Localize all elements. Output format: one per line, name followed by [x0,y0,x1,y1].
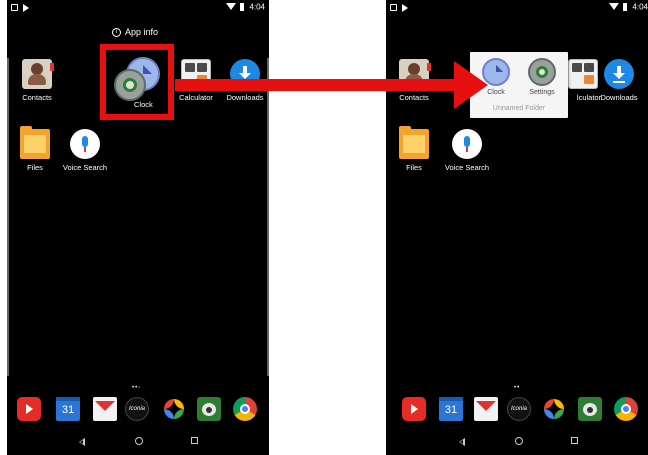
contacts-icon [22,59,54,89]
battery-icon [240,2,245,11]
camera-icon[interactable] [197,397,221,421]
app-info-label: App info [125,27,159,37]
app-downloads[interactable]: Downloads [589,59,648,102]
right-edge-indicator [267,58,269,376]
arrow-shaft [175,79,457,91]
photos-pinwheel-icon[interactable] [542,397,566,421]
app-label: Files [406,163,422,172]
app-label: Voice Search [62,163,108,172]
chrome-icon[interactable] [233,397,257,421]
youtube-icon[interactable] [17,397,41,421]
photos-pinwheel-icon[interactable] [162,397,186,421]
iconia-icon[interactable]: Iconia [507,397,531,421]
notification-icon [390,4,397,12]
gmail-icon[interactable] [474,397,498,421]
left-screen: 4:04 i App info Contacts Calculator Downl… [7,0,269,455]
home-icon[interactable] [515,437,523,445]
status-time: 4:04 [249,2,265,12]
settings-gear-icon [528,58,556,86]
highlight-box [100,44,174,120]
battery-icon [623,2,628,11]
folder-item-settings[interactable]: Settings [522,58,562,96]
play-store-icon [402,3,409,12]
wifi-icon [225,3,236,11]
app-info-drop-target[interactable]: i App info [112,27,159,38]
status-bar: 4:04 [386,0,648,14]
back-icon[interactable] [79,438,85,446]
recents-icon[interactable] [191,437,198,444]
app-label: Voice Search [444,163,490,172]
left-edge-indicator [7,58,9,376]
recents-icon[interactable] [571,437,578,444]
iconia-label: Iconia [128,406,145,412]
youtube-icon[interactable] [402,397,426,421]
gmail-icon[interactable] [93,397,117,421]
play-store-icon [23,3,30,12]
page-indicator: •• [514,385,521,391]
dock: 31 Iconia [7,397,269,427]
wifi-icon [608,3,619,11]
status-time: 4:04 [632,2,648,12]
folder-icon [20,126,50,159]
app-contacts[interactable]: Contacts [7,59,67,102]
folder-item-label: Settings [529,89,555,96]
calendar-day: 31 [61,404,75,416]
app-voice-search[interactable]: Voice Search [437,129,497,172]
app-label: Downloads [226,93,264,102]
microphone-icon [70,129,100,159]
nav-bar [386,436,648,450]
microphone-icon [452,129,482,159]
calendar-icon[interactable]: 31 [439,397,463,421]
iconia-label: Iconia [510,406,527,412]
page-indicator: ••◦ [132,385,142,391]
chrome-icon[interactable] [614,397,638,421]
app-label: Contacts [399,93,429,102]
app-voice-search[interactable]: Voice Search [55,129,115,172]
home-icon[interactable] [135,437,143,445]
status-bar: 4:04 [7,0,269,14]
dock: 31 Iconia [386,397,648,427]
iconia-icon[interactable]: Iconia [125,397,149,421]
folder-icon [399,126,429,159]
app-files[interactable]: Files [386,126,444,172]
arrow-head-icon [454,61,488,109]
info-icon: i [112,28,121,38]
calendar-day: 31 [444,404,458,416]
calendar-icon[interactable]: 31 [56,397,80,421]
nav-bar [7,436,269,450]
back-icon[interactable] [459,438,465,446]
download-icon [604,59,634,89]
right-screen: 4:04 Contacts lculator Downloads Files V… [386,0,648,455]
notification-icon [11,4,18,12]
app-label: Contacts [22,93,52,102]
app-label: Downloads [600,93,638,102]
camera-icon[interactable] [578,397,602,421]
